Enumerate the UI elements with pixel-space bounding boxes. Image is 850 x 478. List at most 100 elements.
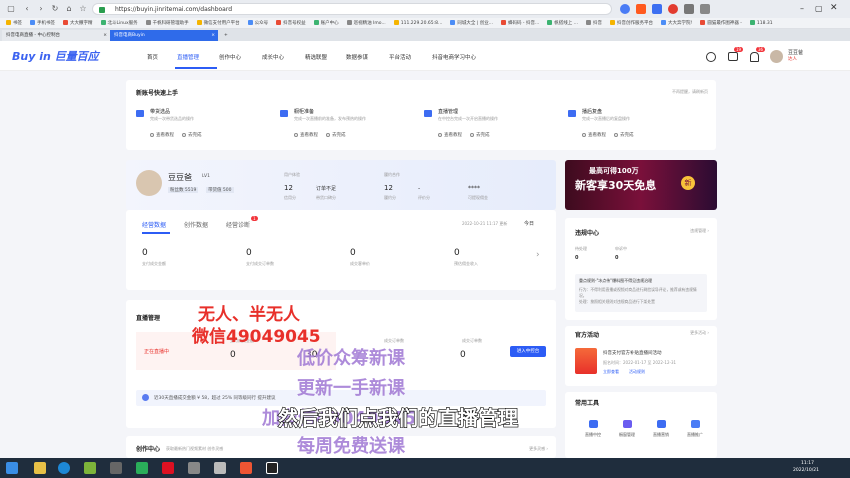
tool-item[interactable]: 直播营销	[647, 420, 675, 438]
download-icon[interactable]	[684, 4, 694, 14]
stats-next-arrow[interactable]: ›	[536, 250, 540, 260]
bookmark-item[interactable]: 111.229.20.65:8...	[393, 18, 442, 28]
close-window-icon[interactable]: ✕	[830, 3, 838, 13]
maximize-icon[interactable]: ▢	[815, 4, 823, 13]
view-tutorial-link[interactable]: 查看教程	[300, 132, 318, 138]
reputation: 带货值 500	[206, 187, 234, 193]
address-bar[interactable]: https://buyin.jinritemai.com/dashboard	[92, 3, 612, 15]
bookmark-item[interactable]: 大大撒字精	[63, 18, 93, 28]
app-icon[interactable]	[240, 462, 252, 474]
star-icon[interactable]: ☆	[78, 4, 88, 14]
bookmark-label: 大大奔学院!	[668, 21, 693, 26]
extension-icon[interactable]	[668, 4, 678, 14]
new-tab-button[interactable]: +	[220, 30, 232, 41]
file-explorer-icon[interactable]	[34, 462, 46, 474]
app-icon[interactable]	[188, 462, 200, 474]
activity-more[interactable]: 更多活动 ›	[690, 330, 709, 336]
forward-icon[interactable]: ›	[36, 4, 46, 14]
tool-item[interactable]: 橱窗管理	[613, 420, 641, 438]
quickstart-dismiss[interactable]: 不再提醒，请刷新页	[672, 89, 708, 95]
bookmark-item[interactable]: 抖音	[586, 18, 602, 28]
stat-item[interactable]: 0 预估佣金收入	[454, 248, 478, 267]
settings-icon[interactable]	[706, 52, 716, 62]
tab-active[interactable]: 抖音电商Buyin ×	[110, 30, 218, 41]
nav-item[interactable]: 直播管理	[177, 53, 199, 61]
go-complete-link[interactable]: 去完成	[188, 132, 202, 138]
message-icon[interactable]	[728, 52, 738, 61]
bookmark-item[interactable]: 公众号	[247, 18, 268, 28]
bookmark-icon	[276, 20, 282, 25]
activity-name[interactable]: 抖音支付官方补贴直播间活动	[603, 350, 662, 356]
bookmark-item[interactable]: 蜂码码 - 抖音...	[501, 18, 539, 28]
tool-item[interactable]: 直播推广	[681, 420, 709, 438]
tab-diagnosis[interactable]: 经营诊断	[226, 220, 250, 229]
bookmark-item[interactable]: 大大奔学院!	[661, 18, 693, 28]
view-tutorial-link[interactable]: 查看教程	[156, 132, 174, 138]
back-icon[interactable]: ‹	[22, 4, 32, 14]
activity-view[interactable]: 立即查看	[603, 369, 619, 375]
create-more[interactable]: 更多灵感 ›	[529, 446, 548, 452]
bookmark-item[interactable]: 帆搭线上 ...	[547, 18, 578, 28]
bookmark-item[interactable]: 手机书签	[30, 18, 55, 28]
nav-item[interactable]: 平台活动	[389, 53, 411, 61]
nav-item[interactable]: 数据参谋	[346, 53, 368, 61]
date-range-select[interactable]: 今日	[524, 220, 534, 227]
tab-business-data[interactable]: 经营数据	[142, 220, 166, 229]
go-complete-link[interactable]: 去完成	[620, 132, 634, 138]
bookmark-item[interactable]: 北斗Linux服务	[100, 18, 138, 28]
stat-item[interactable]: 0 支付成交订单数	[246, 248, 274, 267]
bookmark-item[interactable]: 账户中心	[313, 18, 339, 28]
stat-item[interactable]: 0 成交客单价	[350, 248, 370, 267]
refresh-icon[interactable]: ↻	[50, 4, 60, 14]
minimize-icon[interactable]: –	[800, 4, 804, 13]
view-tutorial-link[interactable]: 查看教程	[588, 132, 606, 138]
go-complete-link[interactable]: 去完成	[476, 132, 490, 138]
bookmark-item[interactable]: 微信支付用户平台	[196, 18, 240, 28]
window-menu-icon[interactable]: ▢	[6, 4, 16, 14]
app-icon[interactable]	[214, 462, 226, 474]
activity-rules[interactable]: 活动规则	[629, 369, 645, 375]
enter-console-button[interactable]: 进入中控台	[510, 346, 546, 357]
username[interactable]: 豆豆爸	[788, 49, 803, 56]
start-icon[interactable]	[6, 462, 18, 474]
nav-item[interactable]: 首页	[147, 53, 158, 61]
nav-item[interactable]: 创作中心	[219, 53, 241, 61]
promo-banner[interactable]: 最高可得100万 新客享30天免息 新	[565, 160, 717, 210]
nav-item[interactable]: 精选联盟	[305, 53, 327, 61]
bookmark-item[interactable]: 书签	[6, 18, 22, 28]
extension-icon[interactable]	[652, 4, 662, 14]
extension-icon[interactable]	[620, 4, 630, 14]
go-complete-link[interactable]: 去完成	[332, 132, 346, 138]
bookmark-item[interactable]: 抖音创作服务平台	[610, 18, 653, 28]
bookmark-item[interactable]: 同城大全 | 创业...	[450, 18, 493, 28]
bookmark-item[interactable]: 千帆科研管理助手	[145, 18, 189, 28]
bell-icon[interactable]	[750, 52, 759, 62]
tool-icon	[622, 420, 632, 428]
tool-item[interactable]: 直播中控	[579, 420, 607, 438]
avatar[interactable]	[770, 50, 783, 63]
nav-item[interactable]: 成长中心	[262, 53, 284, 61]
bookmark-item[interactable]: 抖音号权益	[276, 18, 306, 28]
bookmark-item[interactable]: 巡视精油 Imo...	[346, 18, 386, 28]
extension-icon[interactable]	[636, 4, 646, 14]
logo[interactable]: Buy in 巨量百应	[12, 48, 99, 64]
violation-link[interactable]: 违规管理 ›	[690, 228, 709, 234]
wechat-icon[interactable]	[136, 462, 148, 474]
browser-icon[interactable]	[58, 462, 70, 474]
recorder-icon[interactable]	[162, 462, 174, 474]
bookmark-item[interactable]: 118.31	[749, 18, 773, 28]
tab-inactive[interactable]: 抖音电商直播 - 中心控制台 ×	[2, 30, 110, 41]
close-tab-icon[interactable]: ×	[211, 30, 215, 41]
nav-item[interactable]: 抖音电商学习中心	[432, 53, 476, 61]
home-icon[interactable]: ⌂	[64, 4, 74, 14]
app-icon[interactable]	[84, 462, 96, 474]
stat-item[interactable]: 0 支付成交金额	[142, 248, 166, 267]
close-tab-icon[interactable]: ×	[103, 30, 107, 41]
tab-creation-data[interactable]: 创作数据	[184, 220, 208, 229]
bookmark-item[interactable]: 圆猫最作图神器 -	[700, 18, 742, 28]
app-icon[interactable]	[110, 462, 122, 474]
view-tutorial-link[interactable]: 查看教程	[444, 132, 462, 138]
appeal-label: 申诉中	[615, 246, 627, 251]
menu-icon[interactable]	[700, 4, 710, 14]
capcut-icon[interactable]	[266, 462, 278, 474]
